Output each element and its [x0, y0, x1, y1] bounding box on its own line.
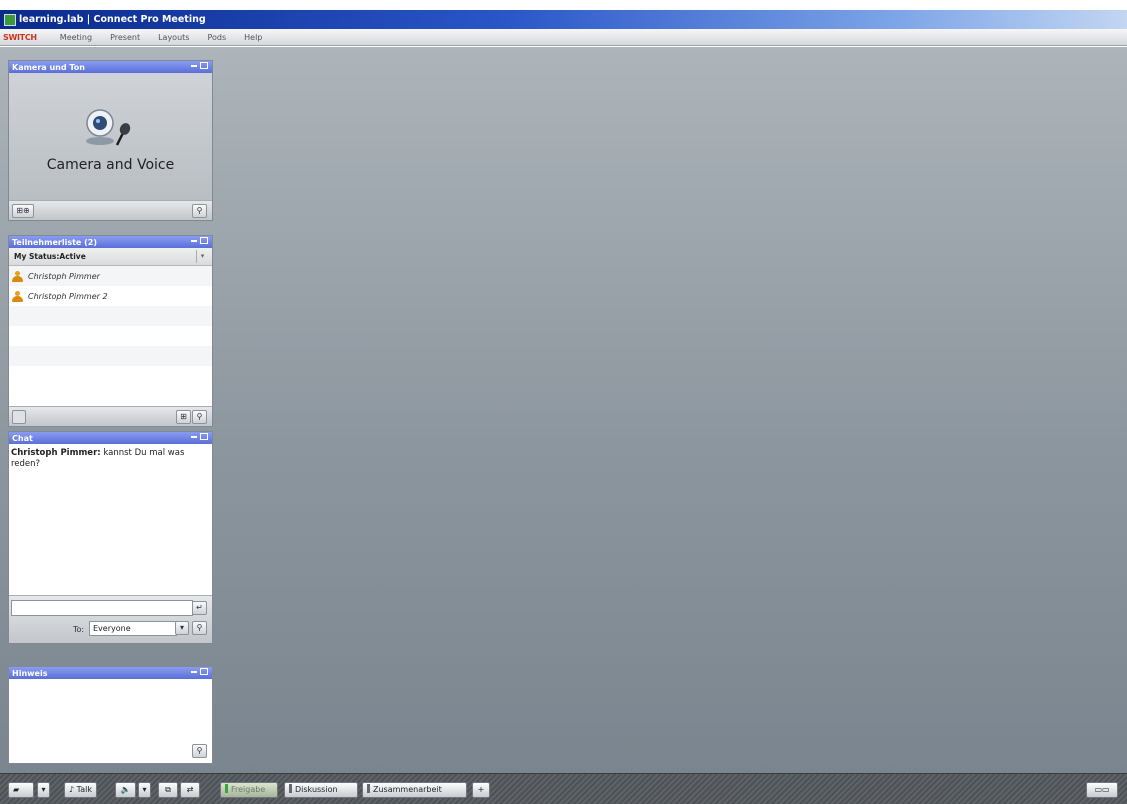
speaker-button[interactable]: 🔈 [115, 782, 136, 798]
pod-header[interactable]: Hinweis [9, 667, 212, 679]
empty-row [9, 366, 212, 386]
pod-header[interactable]: Kamera und Ton [9, 61, 212, 73]
app-icon [4, 13, 16, 26]
tab-label: Zusammenarbeit [373, 785, 442, 794]
attendee-list: Christoph Pimmer Christoph Pimmer 2 [9, 266, 212, 386]
fullscreen-icon[interactable]: ▭▭ [1086, 782, 1118, 798]
microphone-icon: ♪ [69, 785, 75, 794]
empty-row [9, 306, 212, 326]
chat-pod: Chat Christoph Pimmer: kannst Du mal was… [8, 431, 213, 644]
pod-footer: ⊞ ⚲ [9, 406, 212, 426]
pod-options-button[interactable]: ⚲ [192, 744, 207, 758]
menu-help[interactable]: Help [235, 33, 271, 42]
maximize-icon[interactable] [200, 237, 208, 244]
pod-options-button[interactable]: ⚲ [192, 410, 207, 424]
recipient-select[interactable]: Everyone [89, 621, 177, 636]
host-icon [12, 270, 23, 282]
tab-marker [289, 784, 292, 793]
tab-diskussion[interactable]: Diskussion [284, 782, 358, 798]
host-icon [12, 290, 23, 302]
camera-options-button[interactable]: ⊞⊕ [12, 204, 34, 218]
pod-footer: ⊞⊕ ⚲ [9, 200, 212, 220]
to-label: To: [73, 625, 85, 634]
layout-icon[interactable]: ⧉ [158, 782, 178, 798]
attendee-action-button[interactable] [12, 410, 26, 424]
talk-button[interactable]: ♪ Talk [64, 782, 97, 798]
pod-title: Chat [12, 433, 33, 443]
menu-layouts[interactable]: Layouts [149, 33, 198, 42]
pod-header[interactable]: Chat [9, 432, 212, 444]
pod-title: Kamera und Ton [12, 62, 85, 72]
camera-voice-pod: Kamera und Ton Camera and Voice ⊞⊕ ⚲ [8, 60, 213, 221]
pod-title: Teilnehmerliste (2) [12, 237, 97, 247]
add-layout-button[interactable]: + [472, 782, 490, 798]
menu-bar: SWITCH Meeting Present Layouts Pods Help [0, 29, 1127, 46]
tab-label: Freigabe [231, 785, 266, 794]
list-item[interactable]: Christoph Pimmer 2 [9, 286, 212, 306]
active-tab-marker [225, 784, 228, 793]
grid-view-icon[interactable]: ⊞ [176, 410, 191, 424]
list-item[interactable]: Christoph Pimmer [9, 266, 212, 286]
minimize-icon[interactable] [191, 435, 197, 438]
attendee-list-pod: Teilnehmerliste (2) My Status:Active ▾ C… [8, 235, 213, 427]
my-status-label: My Status:Active [14, 252, 86, 261]
camera-share-button[interactable]: ▰ [8, 782, 34, 798]
notes-pod: Hinweis ⚲ [8, 666, 213, 764]
meeting-stage: Kamera und Ton Camera and Voice ⊞⊕ ⚲ Tei… [0, 47, 1127, 773]
send-icon[interactable]: ↵ [192, 601, 207, 615]
maximize-icon[interactable] [200, 433, 208, 440]
chevron-down-icon[interactable]: ▾ [175, 621, 189, 635]
chat-sender: Christoph Pimmer: [11, 448, 101, 458]
tab-marker [367, 784, 370, 793]
share-screen-icon[interactable]: ⇄ [180, 782, 200, 798]
minimize-icon[interactable] [191, 64, 197, 67]
minimize-icon[interactable] [191, 239, 197, 242]
tab-label: Diskussion [295, 785, 338, 794]
menu-pods[interactable]: Pods [198, 33, 235, 42]
chat-compose-area: ↵ To: Everyone ▾ ⚲ [9, 595, 212, 643]
talk-label: Talk [76, 785, 92, 794]
pod-options-button[interactable]: ⚲ [192, 621, 207, 635]
bottom-taskbar: ▰ ▾ ♪ Talk 🔈 ▾ ⧉ ⇄ Freigabe Diskussion Z… [0, 773, 1127, 804]
maximize-icon[interactable] [200, 62, 208, 69]
tab-freigabe[interactable]: Freigabe [220, 782, 278, 798]
menu-present[interactable]: Present [101, 33, 149, 42]
pod-options-button[interactable]: ⚲ [192, 204, 207, 218]
window-title: learning.lab | Connect Pro Meeting [19, 14, 206, 25]
my-status-dropdown[interactable]: My Status:Active ▾ [9, 248, 212, 266]
window-title-bar: learning.lab | Connect Pro Meeting [0, 10, 1127, 29]
chat-input[interactable] [11, 600, 193, 616]
pod-title: Hinweis [12, 668, 48, 678]
attendee-name: Christoph Pimmer [28, 271, 100, 281]
attendee-name: Christoph Pimmer 2 [28, 291, 108, 301]
chevron-down-icon[interactable]: ▾ [37, 782, 50, 798]
empty-row [9, 346, 212, 366]
chevron-down-icon[interactable]: ▾ [138, 782, 151, 798]
chevron-down-icon[interactable]: ▾ [196, 250, 208, 263]
camera-area[interactable]: Camera and Voice [9, 73, 212, 200]
menu-meeting[interactable]: Meeting [51, 33, 101, 42]
brand-logo: SWITCH [3, 32, 37, 42]
webcam-microphone-icon [86, 109, 131, 146]
camera-voice-label: Camera and Voice [46, 157, 175, 173]
notes-content[interactable] [9, 679, 212, 763]
minimize-icon[interactable] [191, 670, 197, 673]
empty-row [9, 326, 212, 346]
chat-message: Christoph Pimmer: kannst Du mal was rede… [9, 444, 212, 474]
pod-header[interactable]: Teilnehmerliste (2) [9, 236, 212, 248]
tab-zusammenarbeit[interactable]: Zusammenarbeit [362, 782, 467, 798]
maximize-icon[interactable] [200, 668, 208, 675]
